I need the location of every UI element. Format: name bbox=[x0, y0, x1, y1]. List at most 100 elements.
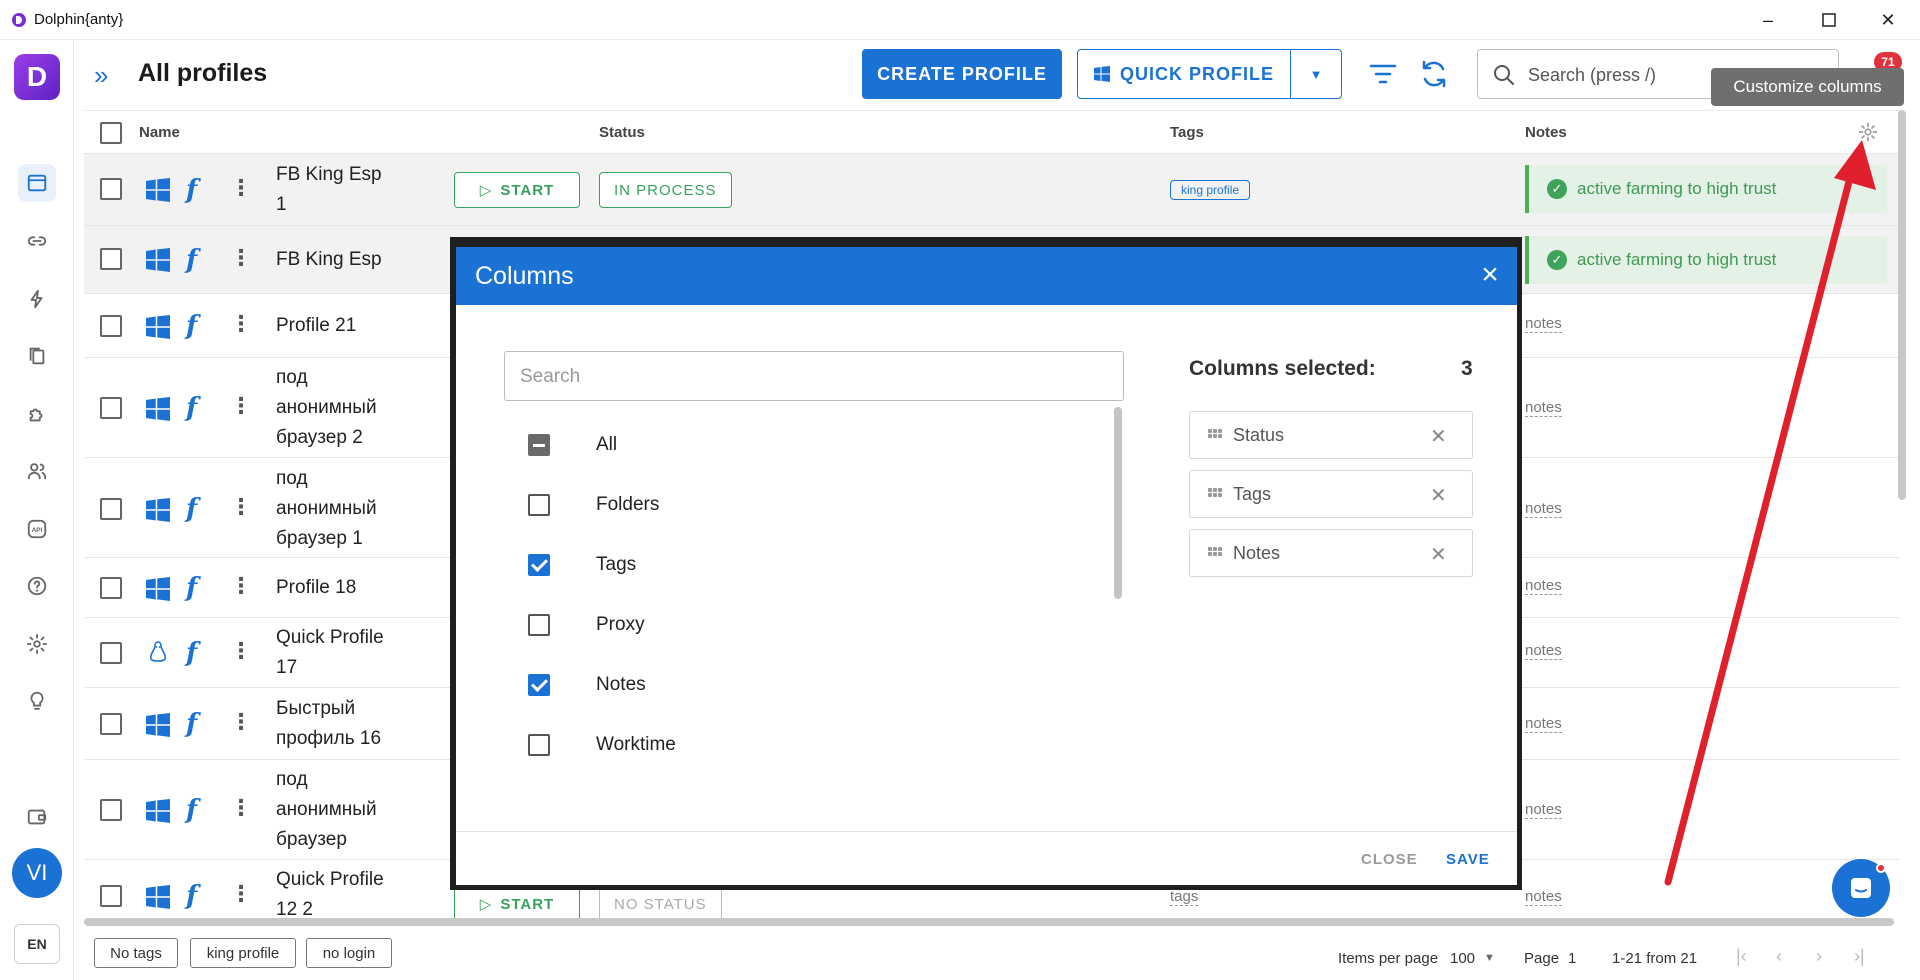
row-checkbox[interactable] bbox=[100, 178, 122, 200]
column-header-status[interactable]: Status bbox=[599, 124, 645, 141]
expand-sidebar-icon[interactable]: » bbox=[94, 60, 108, 91]
notes-link[interactable]: notes bbox=[1525, 801, 1562, 819]
selected-column-tags[interactable]: Tags ✕ bbox=[1189, 470, 1473, 518]
filter-chip-king-profile[interactable]: king profile bbox=[190, 938, 296, 968]
row-checkbox[interactable] bbox=[100, 713, 122, 735]
row-menu-icon[interactable]: ⋮ bbox=[230, 883, 252, 905]
notes-link[interactable]: notes bbox=[1525, 715, 1562, 733]
selected-column-notes[interactable]: Notes ✕ bbox=[1189, 529, 1473, 577]
row-menu-icon[interactable]: ⋮ bbox=[230, 711, 252, 733]
profile-name[interactable]: FB King Esp bbox=[276, 245, 436, 275]
row-menu-icon[interactable]: ⋮ bbox=[230, 496, 252, 518]
columns-list-scrollbar[interactable] bbox=[1114, 407, 1122, 599]
column-header-tags[interactable]: Tags bbox=[1170, 124, 1204, 141]
table-row[interactable]: f ⋮ FB King Esp 1 ▷ START IN PROCESS king… bbox=[84, 154, 1900, 226]
remove-icon[interactable]: ✕ bbox=[1430, 542, 1447, 567]
checkbox-unchecked[interactable] bbox=[528, 494, 550, 516]
note-box[interactable]: ✓ active farming to high trust bbox=[1525, 236, 1887, 284]
profile-name[interactable]: Quick Profile 17 bbox=[276, 623, 386, 683]
sidebar-item-users[interactable] bbox=[18, 452, 56, 490]
status-badge[interactable]: IN PROCESS bbox=[599, 172, 732, 208]
sidebar-item-api[interactable]: API bbox=[18, 510, 56, 548]
column-header-name[interactable]: Name bbox=[139, 124, 180, 141]
horizontal-scrollbar[interactable] bbox=[84, 918, 1894, 926]
filter-chip-no-tags[interactable]: No tags bbox=[94, 938, 178, 968]
row-checkbox[interactable] bbox=[100, 885, 122, 907]
remove-icon[interactable]: ✕ bbox=[1430, 424, 1447, 449]
notes-link[interactable]: notes bbox=[1525, 399, 1562, 417]
notes-link[interactable]: notes bbox=[1525, 500, 1562, 518]
start-button[interactable]: ▷ START bbox=[454, 886, 580, 920]
drag-handle-icon[interactable] bbox=[1208, 429, 1222, 439]
row-menu-icon[interactable]: ⋮ bbox=[230, 797, 252, 819]
row-menu-icon[interactable]: ⋮ bbox=[230, 575, 252, 597]
next-page-icon[interactable]: › bbox=[1816, 946, 1822, 967]
dolphin-logo[interactable]: D bbox=[14, 54, 60, 100]
profile-name[interactable]: Quick Profile 12 2 bbox=[276, 865, 386, 920]
close-button[interactable]: CLOSE bbox=[1361, 851, 1418, 868]
maximize-button[interactable] bbox=[1801, 0, 1857, 40]
sidebar-item-proxies[interactable] bbox=[18, 222, 56, 260]
profile-name[interactable]: FB King Esp 1 bbox=[276, 160, 396, 220]
row-checkbox[interactable] bbox=[100, 799, 122, 821]
checkbox-unchecked[interactable] bbox=[528, 614, 550, 636]
note-box[interactable]: ✓ active farming to high trust bbox=[1525, 165, 1887, 213]
filter-chip-no-login[interactable]: no login bbox=[306, 938, 392, 968]
checkbox-checked[interactable] bbox=[528, 554, 550, 576]
drag-handle-icon[interactable] bbox=[1208, 547, 1222, 557]
row-menu-icon[interactable]: ⋮ bbox=[230, 313, 252, 335]
row-checkbox[interactable] bbox=[100, 315, 122, 337]
row-checkbox[interactable] bbox=[100, 248, 122, 270]
support-chat-button[interactable] bbox=[1832, 859, 1890, 917]
profile-name[interactable]: под анонимный браузер 1 bbox=[276, 464, 386, 554]
sidebar-item-wallet[interactable] bbox=[18, 798, 56, 836]
filter-icon[interactable] bbox=[1368, 60, 1398, 88]
sidebar-item-profiles[interactable] bbox=[18, 164, 56, 202]
row-checkbox[interactable] bbox=[100, 397, 122, 419]
create-profile-button[interactable]: CREATE PROFILE bbox=[862, 49, 1062, 99]
caret-down-icon[interactable]: ▼ bbox=[1484, 952, 1495, 964]
profile-name[interactable]: под анонимный браузер 2 bbox=[276, 363, 386, 453]
checkbox-unchecked[interactable] bbox=[528, 734, 550, 756]
vertical-scrollbar[interactable] bbox=[1898, 110, 1906, 500]
row-menu-icon[interactable]: ⋮ bbox=[230, 177, 252, 199]
sidebar-item-settings[interactable] bbox=[18, 625, 56, 663]
row-menu-icon[interactable]: ⋮ bbox=[230, 247, 252, 269]
row-checkbox[interactable] bbox=[100, 642, 122, 664]
customize-columns-gear-icon[interactable] bbox=[1857, 121, 1879, 143]
tag-chip[interactable]: king profile bbox=[1170, 180, 1251, 200]
prev-page-icon[interactable]: ‹ bbox=[1776, 946, 1782, 967]
row-checkbox[interactable] bbox=[100, 498, 122, 520]
user-avatar[interactable]: VI bbox=[12, 848, 62, 898]
drag-handle-icon[interactable] bbox=[1208, 488, 1222, 498]
profile-name[interactable]: Profile 18 bbox=[276, 573, 396, 603]
status-badge[interactable]: NO STATUS bbox=[599, 886, 722, 920]
notes-link[interactable]: notes bbox=[1525, 315, 1562, 333]
notes-link[interactable]: notes bbox=[1525, 577, 1562, 595]
notes-link[interactable]: notes bbox=[1525, 642, 1562, 660]
save-button[interactable]: SAVE bbox=[1446, 851, 1490, 868]
sidebar-item-bookmarks[interactable] bbox=[18, 337, 56, 375]
profile-name[interactable]: под анонимный браузер bbox=[276, 765, 386, 855]
checkbox-indeterminate[interactable] bbox=[528, 434, 550, 456]
sidebar-item-help[interactable] bbox=[18, 567, 56, 605]
profile-name[interactable]: Быстрый профиль 16 bbox=[276, 694, 386, 754]
refresh-icon[interactable] bbox=[1418, 58, 1450, 90]
tags-link[interactable]: tags bbox=[1170, 888, 1199, 906]
sidebar-item-tips[interactable] bbox=[18, 682, 56, 720]
first-page-icon[interactable]: |‹ bbox=[1736, 946, 1747, 967]
minimize-button[interactable]: – bbox=[1740, 0, 1796, 40]
remove-icon[interactable]: ✕ bbox=[1430, 483, 1447, 508]
quick-profile-dropdown[interactable]: ▼ bbox=[1290, 49, 1342, 99]
row-menu-icon[interactable]: ⋮ bbox=[230, 395, 252, 417]
items-per-page-select[interactable]: 100 bbox=[1450, 950, 1475, 967]
selected-column-status[interactable]: Status ✕ bbox=[1189, 411, 1473, 459]
sidebar-item-automation[interactable] bbox=[18, 280, 56, 318]
checkbox-checked[interactable] bbox=[528, 674, 550, 696]
notes-link[interactable]: notes bbox=[1525, 888, 1562, 906]
start-button[interactable]: ▷ START bbox=[454, 172, 580, 208]
quick-profile-button[interactable]: QUICK PROFILE bbox=[1077, 49, 1291, 99]
language-switch[interactable]: EN bbox=[14, 924, 60, 964]
close-icon[interactable]: × bbox=[1474, 259, 1506, 291]
close-window-button[interactable]: ✕ bbox=[1860, 0, 1916, 40]
